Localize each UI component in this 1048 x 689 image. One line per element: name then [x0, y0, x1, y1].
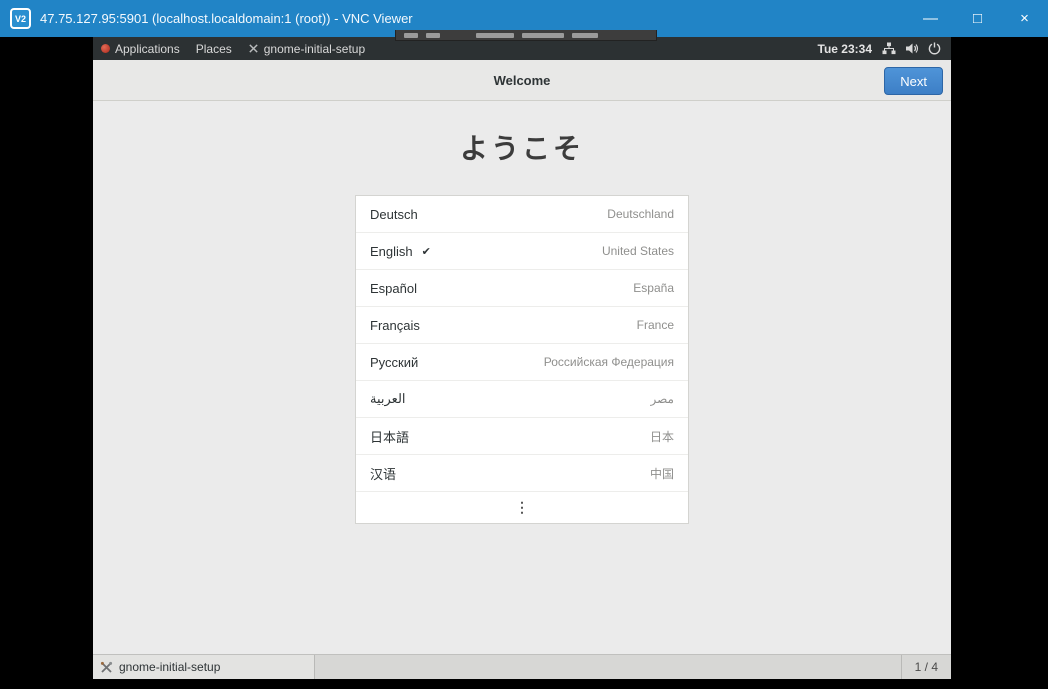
vnc-toolbar-segment — [476, 33, 514, 38]
gnome-taskbar: gnome-initial-setup 1 / 4 — [93, 654, 951, 679]
welcome-heading: ようこそ — [93, 127, 951, 167]
remote-desktop: Applications Places gnome-initial-setup … — [93, 37, 951, 679]
app-tool-icon — [248, 43, 259, 54]
language-region: 日本 — [650, 428, 674, 445]
active-app-menu-label: gnome-initial-setup — [264, 42, 365, 56]
window-controls: — □ × — [907, 0, 1048, 37]
language-name: 汉语 — [370, 464, 396, 483]
language-region: Deutschland — [607, 207, 674, 221]
status-icons[interactable] — [882, 42, 941, 55]
taskbar-app-icon — [100, 661, 113, 674]
vnc-toolbar-segment — [404, 33, 418, 38]
language-name: العربية — [370, 391, 406, 407]
close-button[interactable]: × — [1001, 0, 1048, 37]
active-app-menu[interactable]: gnome-initial-setup — [240, 37, 373, 60]
selected-check-icon: ✔ — [422, 245, 431, 258]
language-more-row[interactable]: ⋮ — [356, 492, 688, 523]
more-icon: ⋮ — [515, 499, 529, 516]
vnc-toolbar-segment — [426, 33, 440, 38]
applications-menu-icon — [101, 44, 110, 53]
language-row[interactable]: Español España — [356, 270, 688, 307]
network-icon — [882, 42, 896, 55]
language-name: Français — [370, 318, 420, 333]
vnc-toolbar-peek[interactable] — [395, 30, 657, 41]
places-menu-label: Places — [196, 42, 232, 56]
taskbar-window-label: gnome-initial-setup — [119, 660, 220, 674]
language-row[interactable]: English ✔ United States — [356, 233, 688, 270]
language-region: مصر — [651, 392, 674, 406]
places-menu[interactable]: Places — [188, 37, 240, 60]
vnc-window-title: 47.75.127.95:5901 (localhost.localdomain… — [40, 11, 413, 26]
page-title: Welcome — [494, 73, 551, 88]
vnc-logo-icon: V2 — [10, 8, 31, 29]
language-region: Российская Федерация — [544, 355, 674, 369]
topbar-status-area: Tue 23:34 — [818, 37, 951, 60]
language-region: España — [633, 281, 674, 295]
taskbar-window-button[interactable]: gnome-initial-setup — [93, 655, 315, 679]
language-name: English — [370, 244, 413, 259]
applications-menu-label: Applications — [115, 42, 180, 56]
header-bar: Welcome Next — [93, 60, 951, 101]
clock[interactable]: Tue 23:34 — [818, 42, 872, 56]
minimize-button[interactable]: — — [907, 0, 954, 37]
welcome-page: ようこそ Deutsch Deutschland English ✔ Unite… — [93, 101, 951, 654]
language-region: France — [637, 318, 674, 332]
vnc-toolbar-segment — [522, 33, 564, 38]
language-name: Deutsch — [370, 207, 418, 222]
next-button[interactable]: Next — [884, 67, 943, 95]
language-region: United States — [602, 244, 674, 258]
workspace-pager[interactable]: 1 / 4 — [901, 655, 951, 679]
language-region: 中国 — [650, 465, 674, 482]
language-list: Deutsch Deutschland English ✔ United Sta… — [355, 195, 689, 524]
power-icon — [928, 42, 941, 55]
initial-setup-window: Welcome Next ようこそ Deutsch Deutschland En… — [93, 60, 951, 654]
language-row[interactable]: Deutsch Deutschland — [356, 196, 688, 233]
language-row[interactable]: 汉语 中国 — [356, 455, 688, 492]
applications-menu[interactable]: Applications — [93, 37, 188, 60]
language-row[interactable]: 日本語 日本 — [356, 418, 688, 455]
language-row[interactable]: Français France — [356, 307, 688, 344]
maximize-button[interactable]: □ — [954, 0, 1001, 37]
language-name: 日本語 — [370, 427, 409, 446]
language-name: Русский — [370, 355, 418, 370]
volume-icon — [905, 42, 919, 55]
vnc-viewer-window: V2 47.75.127.95:5901 (localhost.localdom… — [0, 0, 1048, 689]
language-row[interactable]: العربية مصر — [356, 381, 688, 418]
vnc-logo-text: V2 — [15, 14, 26, 24]
vnc-toolbar-segment — [572, 33, 598, 38]
language-name: Español — [370, 281, 417, 296]
language-row[interactable]: Русский Российская Федерация — [356, 344, 688, 381]
